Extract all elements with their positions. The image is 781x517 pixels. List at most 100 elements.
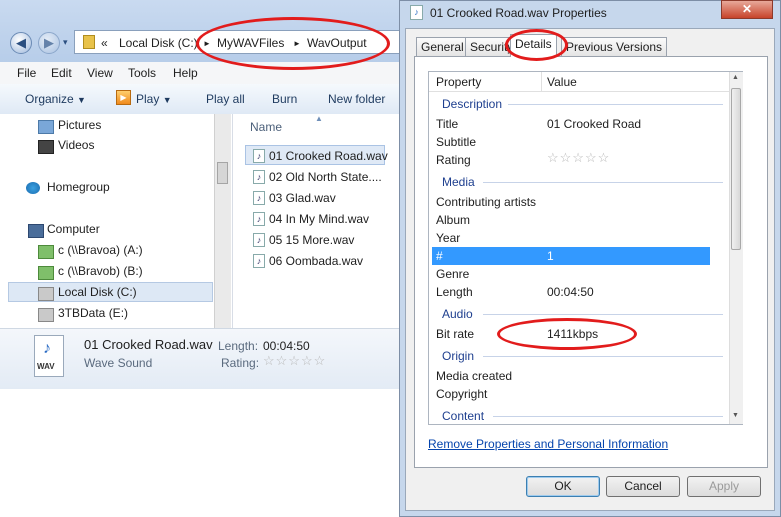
prop-track-value[interactable]: 1	[547, 249, 554, 263]
column-header-value[interactable]: Value	[547, 75, 577, 89]
details-file-name: 01 Crooked Road.wav	[84, 337, 213, 352]
group-media: Media	[442, 175, 475, 189]
chevron-down-icon: ▼	[162, 95, 172, 105]
property-grid-header: Property Value	[429, 72, 729, 92]
breadcrumb-separator-icon[interactable]: ►	[293, 39, 301, 48]
nav-drive-b[interactable]: c (\\Bravob) (B:)	[58, 264, 143, 278]
file-list-pane: Name ▲ ♪ 01 Crooked Road.wav ♪ 02 Old No…	[233, 114, 419, 328]
chevron-down-icon: ▼	[77, 95, 86, 105]
address-back-arrow: «	[101, 36, 108, 50]
nav-pictures[interactable]: Pictures	[58, 118, 101, 132]
file-row[interactable]: ♪ 05 15 More.wav	[253, 233, 413, 249]
new-folder-button[interactable]: New folder	[328, 92, 385, 106]
details-file-type: Wave Sound	[84, 356, 153, 370]
breadcrumb-wavoutput[interactable]: WavOutput	[307, 36, 367, 50]
forward-button[interactable]: ▶	[38, 32, 60, 54]
prop-media-created-label[interactable]: Media created	[436, 369, 512, 383]
tab-details[interactable]: Details	[510, 34, 557, 57]
column-header-property[interactable]: Property	[436, 75, 481, 89]
breadcrumb-separator-icon[interactable]: ►	[203, 39, 211, 48]
menu-view[interactable]: View	[87, 66, 113, 80]
group-divider	[483, 356, 723, 357]
breadcrumb-local-disk[interactable]: Local Disk (C:)	[119, 36, 198, 50]
group-divider	[493, 416, 723, 417]
prop-album-label[interactable]: Album	[436, 213, 470, 227]
prop-track-label[interactable]: #	[436, 249, 443, 263]
nav-drive-a[interactable]: c (\\Bravoa) (A:)	[58, 243, 143, 257]
address-bar[interactable]: « Local Disk (C:) ► MyWAVFiles ► WavOutp…	[74, 30, 414, 54]
burn-button[interactable]: Burn	[272, 92, 297, 106]
wav-icon-label: WAV	[37, 362, 55, 371]
prop-year-label[interactable]: Year	[436, 231, 460, 245]
music-note-icon: ♪	[43, 340, 51, 357]
file-row[interactable]: ♪ 06 Oombada.wav	[253, 254, 413, 270]
prop-bit-rate-value[interactable]: 1411kbps	[547, 327, 598, 341]
prop-length-label[interactable]: Length	[436, 285, 473, 299]
prop-rating-stars-icon[interactable]: ☆☆☆☆☆	[547, 150, 610, 166]
wav-file-icon: ♪ WAV	[34, 335, 64, 377]
scroll-up-icon[interactable]: ▲	[732, 74, 739, 81]
prop-genre-label[interactable]: Genre	[436, 267, 469, 281]
play-icon[interactable]: ▶	[116, 90, 131, 105]
videos-icon	[38, 140, 54, 154]
menu-help[interactable]: Help	[173, 66, 198, 80]
menu-edit[interactable]: Edit	[51, 66, 72, 80]
play-all-button[interactable]: Play all	[206, 92, 245, 106]
file-row[interactable]: ♪ 02 Old North State....	[253, 170, 413, 186]
play-button[interactable]: Play ▼	[136, 92, 172, 106]
file-row[interactable]: ♪ 01 Crooked Road.wav	[253, 149, 413, 165]
prop-bit-rate-label[interactable]: Bit rate	[436, 327, 474, 341]
selected-row-highlight[interactable]	[432, 247, 710, 265]
audio-file-icon: ♪	[253, 170, 265, 184]
scroll-down-icon[interactable]: ▼	[732, 412, 739, 419]
audio-file-icon: ♪	[410, 5, 423, 20]
close-button[interactable]: ✕	[721, 0, 773, 19]
column-header-name[interactable]: Name	[250, 120, 282, 134]
breadcrumb-mywavfiles[interactable]: MyWAVFiles	[217, 36, 284, 50]
nav-homegroup[interactable]: Homegroup	[47, 180, 110, 194]
file-name: 02 Old North State....	[269, 170, 382, 184]
details-rating-label: Rating:	[221, 356, 260, 370]
prop-title-label[interactable]: Title	[436, 117, 458, 131]
dialog-title: 01 Crooked Road.wav Properties	[430, 6, 607, 20]
network-drive-icon	[38, 245, 54, 259]
prop-title-value[interactable]: 01 Crooked Road	[547, 117, 641, 131]
nav-drive-e[interactable]: 3TBData (E:)	[58, 306, 128, 320]
tab-general[interactable]: General	[416, 37, 469, 56]
apply-button[interactable]: Apply	[687, 476, 761, 497]
sort-arrow-icon: ▲	[315, 114, 323, 123]
computer-icon	[28, 224, 44, 238]
rating-stars-icon[interactable]: ☆☆☆☆☆	[263, 353, 326, 369]
prop-copyright-label[interactable]: Copyright	[436, 387, 487, 401]
property-grid-scroll-thumb[interactable]	[731, 88, 741, 250]
organize-button[interactable]: Organize ▼	[25, 92, 86, 106]
file-name: 06 Oombada.wav	[269, 254, 364, 268]
tab-previous-versions[interactable]: Previous Versions	[561, 37, 668, 56]
command-bar: Organize ▼ ▶ Play ▼ Play all Burn New fo…	[0, 84, 420, 115]
prop-rating-label[interactable]: Rating	[436, 153, 471, 167]
nav-videos[interactable]: Videos	[58, 138, 94, 152]
details-pane: ♪ WAV 01 Crooked Road.wav Wave Sound Len…	[0, 328, 420, 389]
nav-computer[interactable]: Computer	[47, 222, 100, 236]
homegroup-icon	[26, 182, 40, 194]
nav-local-disk[interactable]: Local Disk (C:)	[58, 285, 137, 299]
back-button[interactable]: ◀	[10, 32, 32, 54]
recent-pages-chevron-icon[interactable]: ▾	[63, 37, 68, 48]
menu-file[interactable]: File	[17, 66, 36, 80]
details-length-label: Length:	[218, 339, 259, 353]
nav-scroll-thumb[interactable]	[217, 162, 228, 184]
menu-tools[interactable]: Tools	[128, 66, 156, 80]
prop-subtitle-label[interactable]: Subtitle	[436, 135, 476, 149]
cancel-button[interactable]: Cancel	[606, 476, 680, 497]
file-row[interactable]: ♪ 03 Glad.wav	[253, 191, 413, 207]
remove-properties-link[interactable]: Remove Properties and Personal Informati…	[428, 437, 668, 451]
prop-contributing-artists-label[interactable]: Contributing artists	[436, 195, 536, 209]
group-divider	[483, 314, 723, 315]
prop-length-value[interactable]: 00:04:50	[547, 285, 594, 299]
nav-scrollbar[interactable]	[214, 114, 231, 328]
ok-button[interactable]: OK	[526, 476, 600, 497]
organize-label: Organize	[25, 92, 74, 106]
file-row[interactable]: ♪ 04 In My Mind.wav	[253, 212, 413, 228]
group-divider	[483, 182, 723, 183]
audio-file-icon: ♪	[253, 149, 265, 163]
